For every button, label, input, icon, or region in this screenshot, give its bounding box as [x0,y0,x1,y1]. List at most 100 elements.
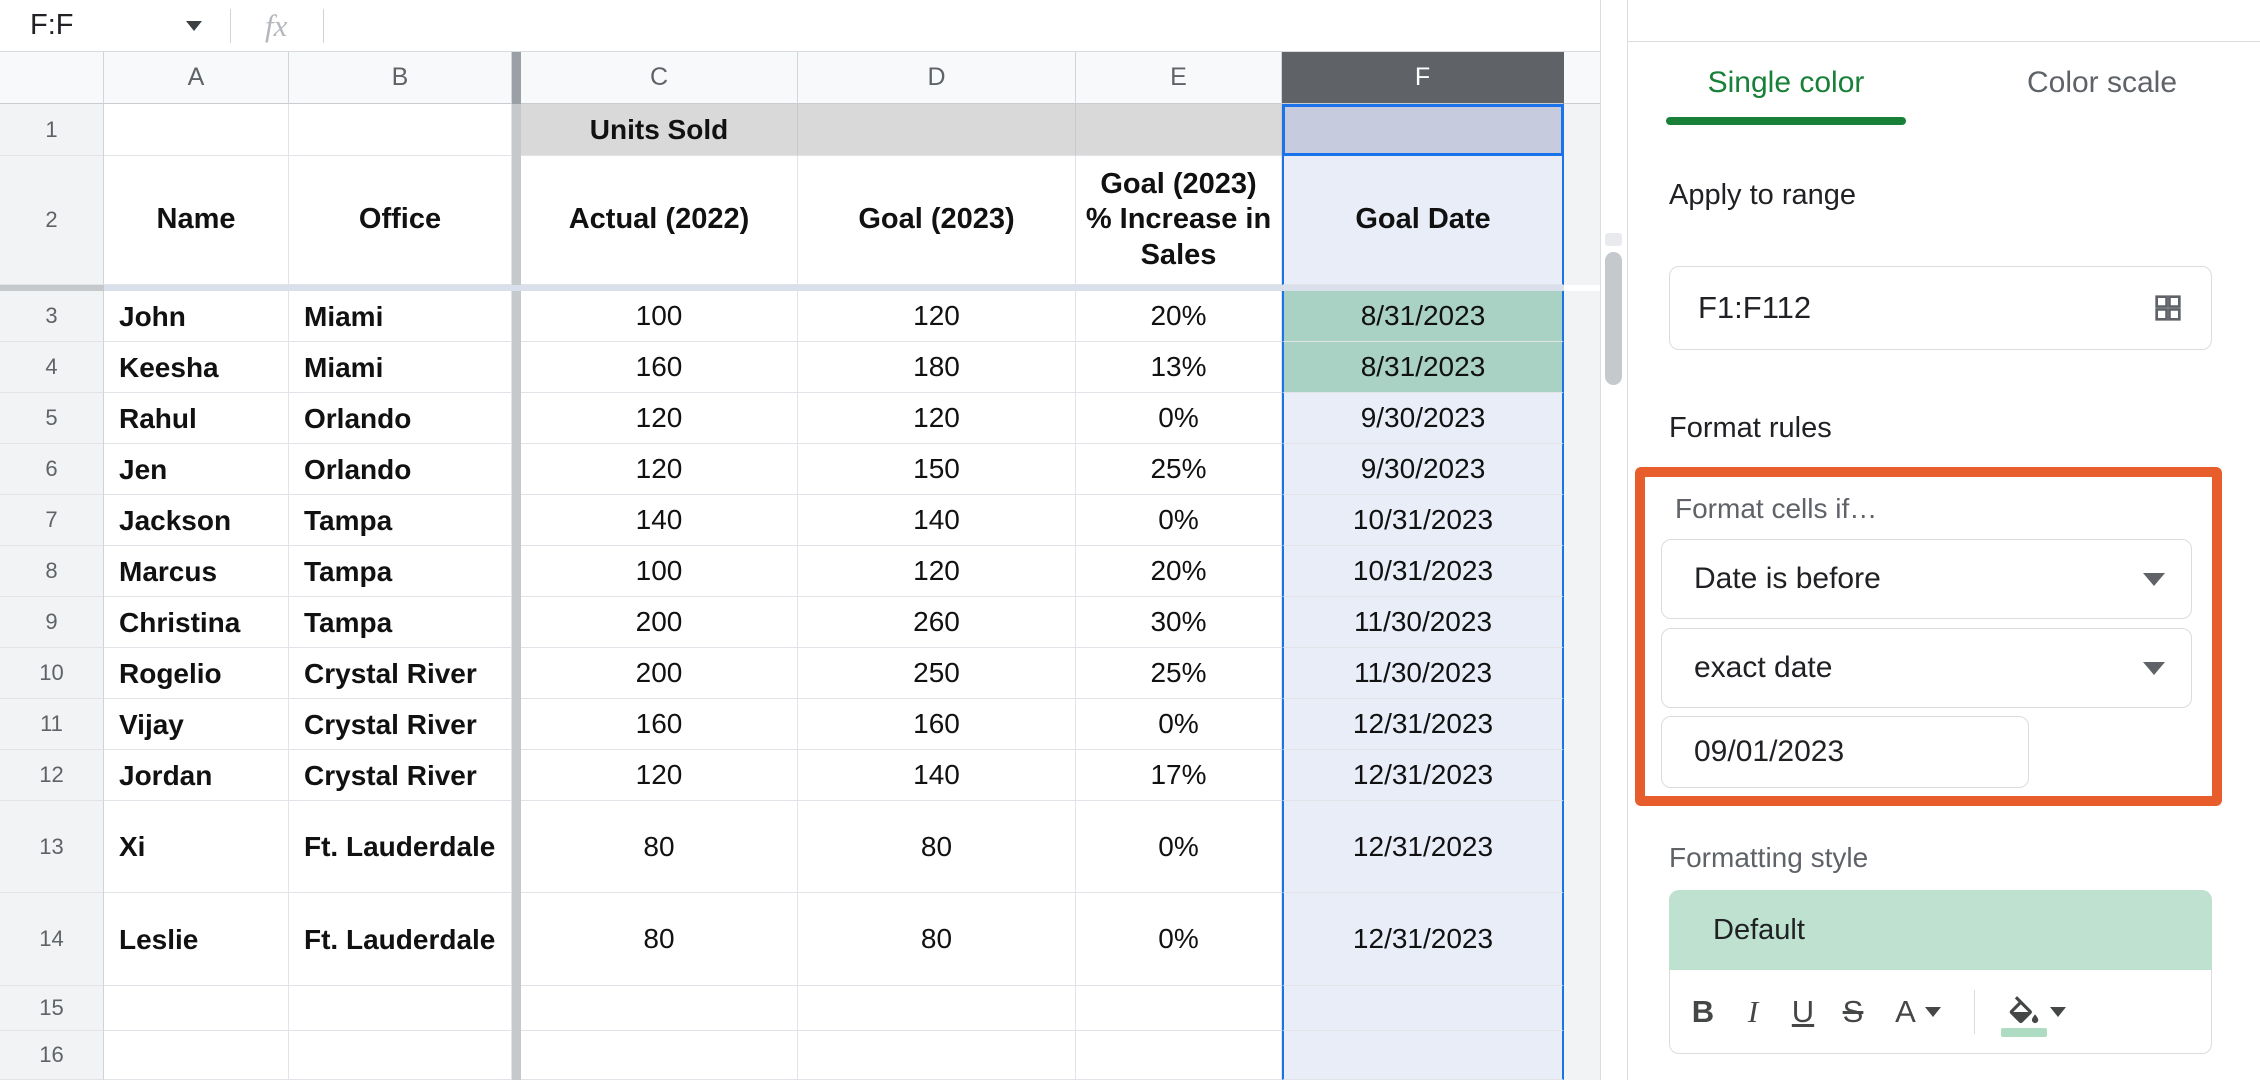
cell-E15[interactable] [1076,986,1282,1031]
cell-A13[interactable]: Xi [104,801,289,893]
cell-A1[interactable] [104,104,289,156]
cell-A10[interactable]: Rogelio [104,648,289,699]
cell-E8[interactable]: 20% [1076,546,1282,597]
cell-B10[interactable]: Crystal River [289,648,512,699]
cell-C9[interactable]: 200 [521,597,798,648]
cell-D12[interactable]: 140 [798,750,1076,801]
cell-C3[interactable]: 100 [521,291,798,342]
select-range-icon[interactable] [2151,291,2185,325]
cell-C16[interactable] [521,1031,798,1080]
cell-E10[interactable]: 25% [1076,648,1282,699]
cell-B11[interactable]: Crystal River [289,699,512,750]
row-header-14[interactable]: 14 [0,893,104,986]
cell-C2[interactable]: Actual (2022) [521,156,798,285]
cell-D7[interactable]: 140 [798,495,1076,546]
cell-C8[interactable]: 100 [521,546,798,597]
name-box[interactable]: F:F [0,0,206,51]
column-header-A[interactable]: A [104,52,289,104]
cell-F7[interactable]: 10/31/2023 [1282,495,1564,546]
cell-A6[interactable]: Jen [104,444,289,495]
cell-B9[interactable]: Tampa [289,597,512,648]
cell-A3[interactable]: John [104,291,289,342]
cell-D5[interactable]: 120 [798,393,1076,444]
cell-E12[interactable]: 17% [1076,750,1282,801]
cell-A14[interactable]: Leslie [104,893,289,986]
chevron-down-icon[interactable] [186,21,202,31]
cell-B13[interactable]: Ft. Lauderdale [289,801,512,893]
cell-E14[interactable]: 0% [1076,893,1282,986]
cell-C7[interactable]: 140 [521,495,798,546]
vertical-scrollbar[interactable] [1600,0,1627,1080]
cell-F9[interactable]: 11/30/2023 [1282,597,1564,648]
cell-A2[interactable]: Name [104,156,289,285]
cell-A5[interactable]: Rahul [104,393,289,444]
condition-dropdown[interactable]: Date is before [1661,539,2192,619]
cell-E5[interactable]: 0% [1076,393,1282,444]
cell-C14[interactable]: 80 [521,893,798,986]
cell-A11[interactable]: Vijay [104,699,289,750]
cell-F3[interactable]: 8/31/2023 [1282,291,1564,342]
cell-F6[interactable]: 9/30/2023 [1282,444,1564,495]
range-input[interactable]: F1:F112 [1669,266,2212,350]
cell-F8[interactable]: 10/31/2023 [1282,546,1564,597]
cell-C10[interactable]: 200 [521,648,798,699]
row-header-5[interactable]: 5 [0,393,104,444]
row-header-2[interactable]: 2 [0,156,104,285]
cell-E2[interactable]: Goal (2023) % Increase in Sales [1076,156,1282,285]
cell-F15[interactable] [1282,986,1564,1031]
cell-A7[interactable]: Jackson [104,495,289,546]
cell-C6[interactable]: 120 [521,444,798,495]
cell-E4[interactable]: 13% [1076,342,1282,393]
cell-F5[interactable]: 9/30/2023 [1282,393,1564,444]
cell-F16[interactable] [1282,1031,1564,1080]
cell-F1[interactable] [1282,104,1564,156]
cell-D14[interactable]: 80 [798,893,1076,986]
cell-B2[interactable]: Office [289,156,512,285]
cell-B1[interactable] [289,104,512,156]
cell-A15[interactable] [104,986,289,1031]
cell-E7[interactable]: 0% [1076,495,1282,546]
cell-F10[interactable]: 11/30/2023 [1282,648,1564,699]
cell-C4[interactable]: 160 [521,342,798,393]
column-header-B[interactable]: B [289,52,512,104]
row-header-4[interactable]: 4 [0,342,104,393]
column-header-D[interactable]: D [798,52,1076,104]
corner-cell[interactable] [0,52,104,104]
row-header-7[interactable]: 7 [0,495,104,546]
cell-B15[interactable] [289,986,512,1031]
italic-button[interactable]: I [1728,982,1778,1042]
cell-B6[interactable]: Orlando [289,444,512,495]
cell-D16[interactable] [798,1031,1076,1080]
cell-E1[interactable] [1076,104,1282,156]
cell-C11[interactable]: 160 [521,699,798,750]
cell-B7[interactable]: Tampa [289,495,512,546]
cell-D13[interactable]: 80 [798,801,1076,893]
cell-C1[interactable]: Units Sold [521,104,798,156]
scrollbar-thumb[interactable] [1605,252,1622,385]
cell-D6[interactable]: 150 [798,444,1076,495]
column-header-C[interactable]: C [521,52,798,104]
cell-E13[interactable]: 0% [1076,801,1282,893]
cell-D4[interactable]: 180 [798,342,1076,393]
column-header-F[interactable]: F [1282,52,1564,104]
cell-E9[interactable]: 30% [1076,597,1282,648]
cell-E16[interactable] [1076,1031,1282,1080]
cell-F13[interactable]: 12/31/2023 [1282,801,1564,893]
text-color-button[interactable]: A [1878,982,1958,1042]
row-header-8[interactable]: 8 [0,546,104,597]
underline-button[interactable]: U [1778,982,1828,1042]
row-header-1[interactable]: 1 [0,104,104,156]
cell-D8[interactable]: 120 [798,546,1076,597]
row-header-3[interactable]: 3 [0,291,104,342]
cell-F12[interactable]: 12/31/2023 [1282,750,1564,801]
cell-D2[interactable]: Goal (2023) [798,156,1076,285]
cell-D15[interactable] [798,986,1076,1031]
cell-D9[interactable]: 260 [798,597,1076,648]
column-header-E[interactable]: E [1076,52,1282,104]
cell-F11[interactable]: 12/31/2023 [1282,699,1564,750]
row-header-12[interactable]: 12 [0,750,104,801]
row-header-10[interactable]: 10 [0,648,104,699]
row-header-15[interactable]: 15 [0,986,104,1031]
cell-F2[interactable]: Goal Date [1282,156,1564,285]
cell-D11[interactable]: 160 [798,699,1076,750]
